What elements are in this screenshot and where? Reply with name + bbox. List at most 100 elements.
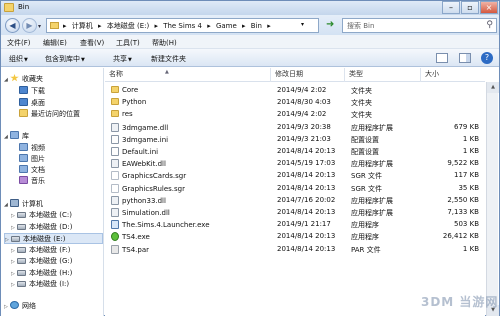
nav-label: 收藏夹 [22,75,43,83]
menu-view[interactable]: 查看(V) [80,38,104,48]
nav-libraries[interactable]: ◢ 库 [4,131,29,142]
file-type: 应用程序扩展 [351,209,393,217]
sgr-file-icon [111,171,119,181]
search-input[interactable]: 搜索 Bin ⚲ [342,18,497,33]
nav-label: 本地磁盘 (I:) [29,280,70,288]
nav-label: 库 [22,132,29,140]
file-row[interactable]: 3dmgame.ini 2014/9/3 21:03 配置设置 1 KB [105,134,485,146]
nav-drive-g[interactable]: ▷ 本地磁盘 (G:) [11,256,72,267]
vertical-scrollbar[interactable]: ▲ ▼ [486,82,499,316]
file-name: EAWebKit.dll [122,160,166,169]
nav-drive-d[interactable]: ▷ 本地磁盘 (D:) [11,222,72,233]
ini-file-icon [111,147,119,156]
file-size: 26,412 KB [442,232,479,241]
nav-pictures[interactable]: 图片 [19,154,45,165]
file-row[interactable]: 3dmgame.dll 2014/9/3 20:38 应用程序扩展 679 KB [105,122,485,134]
change-view-icon[interactable] [436,53,448,63]
column-header-date[interactable]: 修改日期 [271,68,345,82]
file-row[interactable]: Default.ini 2014/8/14 20:13 配置设置 1 KB [105,146,485,158]
file-name: Simulation.dll [122,209,170,217]
nav-drive-i[interactable]: ▷ 本地磁盘 (I:) [11,279,69,290]
chevron-down-icon: ▼ [24,57,28,63]
new-folder-button[interactable]: 新建文件夹 [151,54,186,64]
drive-icon [11,236,20,242]
column-label: 名称 [109,70,123,78]
drive-icon [17,270,26,276]
preview-pane-icon[interactable] [459,53,471,63]
chevron-down-icon: ▼ [128,57,132,63]
forward-button[interactable]: ▶ [22,18,37,33]
file-name: TS4.par [122,245,150,254]
nav-network[interactable]: ▷ 网络 [4,301,36,312]
nav-favorites[interactable]: ◢ 收藏夹 [4,74,43,85]
file-type: 应用程序 [351,233,379,242]
column-header-name[interactable]: 名称 ▲ [105,68,271,82]
menu-help[interactable]: 帮助(H) [152,38,177,48]
share-label: 共享 [113,55,127,63]
close-button[interactable]: × [480,1,498,14]
scroll-up-icon[interactable]: ▲ [487,82,499,93]
library-icon [10,131,19,139]
chevron-down-icon: ▼ [81,57,85,63]
nav-downloads[interactable]: 下载 [19,86,45,97]
breadcrumb-drive-e[interactable]: 本地磁盘 (E:) [107,22,149,30]
menu-tools[interactable]: 工具(T) [116,38,140,48]
column-header-type[interactable]: 类型 [345,68,421,82]
address-bar[interactable]: ▸ 计算机 ▸ 本地磁盘 (E:) ▸ The Sims 4 ▸ Game ▸ … [46,18,319,33]
file-name-cell: 3dmgame.dll [111,122,261,132]
nav-drive-h[interactable]: ▷ 本地磁盘 (H:) [11,268,72,279]
search-icon[interactable]: ⚲ [486,20,493,30]
nav-computer[interactable]: ◢ 计算机 [4,199,43,210]
include-in-library-button[interactable]: 包含到库中▼ [45,54,85,64]
file-type: 应用程序扩展 [351,123,393,132]
nav-drive-e[interactable]: ▷ 本地磁盘 (E:) [4,233,103,244]
breadcrumb-computer[interactable]: 计算机 [72,22,93,30]
file-row[interactable]: python33.dll 2014/7/16 20:02 应用程序扩展 2,550 K… [105,195,485,207]
menu-file[interactable]: 文件(F) [7,38,31,48]
nav-documents[interactable]: 文档 [19,165,45,176]
file-row[interactable]: Python 2014/8/30 4:03 文件夹 [105,97,485,109]
organize-button[interactable]: 组织▼ [9,54,28,64]
file-row[interactable]: The.Sims.4.Launcher.exe 2014/9/1 21:17 应用程… [105,219,485,231]
file-type: 文件夹 [351,87,372,95]
nav-music[interactable]: 音乐 [19,176,45,187]
recent-places-icon [19,109,28,117]
breadcrumb-game[interactable]: Game [216,22,237,30]
refresh-icon[interactable]: ➜ [326,20,337,31]
nav-label: 视频 [31,144,45,152]
file-row[interactable]: Simulation.dll 2014/8/14 20:13 应用程序扩展 7,133… [105,207,485,219]
minimize-button[interactable]: – [442,1,460,14]
file-row[interactable]: res 2014/9/4 2:02 文件夹 [105,109,485,121]
title-bar[interactable]: Bin – ▫ × [1,1,499,15]
explorer-window: Bin – ▫ × ◀ ▶ ▾ ▸ 计算机 ▸ 本地磁盘 (E:) ▸ The … [0,0,500,316]
nav-videos[interactable]: 视频 [19,143,45,154]
column-header-size[interactable]: 大小 [421,68,485,82]
share-button[interactable]: 共享▼ [113,54,132,64]
file-size: 1 KB [462,147,479,155]
file-row[interactable]: TS4.par 2014/8/14 20:13 PAR 文件 1 KB [105,244,485,256]
file-row[interactable]: EAWebKit.dll 2014/5/19 17:03 应用程序扩展 9,522 K… [105,158,485,170]
breadcrumb-separator: ▸ [63,22,67,30]
file-row[interactable]: Core 2014/9/4 2:02 文件夹 [105,85,485,97]
nav-desktop[interactable]: 桌面 [19,98,45,109]
breadcrumb-sims4[interactable]: The Sims 4 [163,22,202,30]
back-button[interactable]: ◀ [5,18,20,33]
breadcrumb-separator: ▸ [267,22,271,30]
maximize-button[interactable]: ▫ [461,1,479,14]
file-row[interactable]: GraphicsRules.sgr 2014/8/14 20:13 SGR 文件 35… [105,183,485,195]
nav-drive-f[interactable]: ▷ 本地磁盘 (F:) [11,245,71,256]
menu-edit[interactable]: 编辑(E) [43,38,67,48]
chevron-down-icon[interactable]: ▾ [301,21,304,28]
nav-recent-places[interactable]: 最近访问的位置 [19,109,80,120]
file-name-cell: Core [111,86,261,94]
file-row[interactable]: TS4.exe 2014/8/14 20:13 应用程序 26,412 KB [105,231,485,243]
expand-icon[interactable]: ◢ [4,77,10,83]
recent-pages-dropdown[interactable]: ▾ [38,23,41,30]
help-icon[interactable]: ? [481,52,493,64]
nav-drive-c[interactable]: ▷ 本地磁盘 (C:) [11,210,72,221]
launcher-icon [111,220,119,230]
game-exe-icon [111,232,119,242]
file-row[interactable]: GraphicsCards.sgr 2014/8/14 20:13 SGR 文件 11… [105,170,485,182]
file-name-cell: GraphicsCards.sgr [111,171,261,181]
breadcrumb-bin[interactable]: Bin [251,22,262,30]
